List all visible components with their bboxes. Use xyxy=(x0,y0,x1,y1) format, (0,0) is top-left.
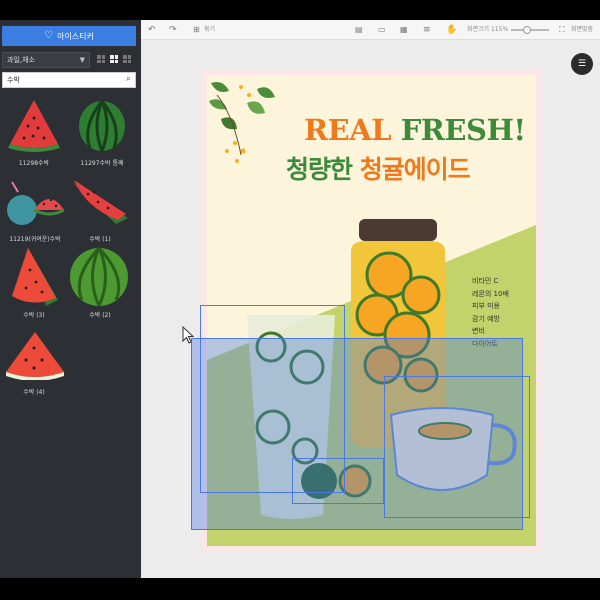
sticker-watermelon-slice-1[interactable] xyxy=(6,96,62,152)
sticker-watermelon-whole-2[interactable] xyxy=(68,246,130,308)
benefit-item: 변비 xyxy=(472,327,485,335)
sticker-label: 수박 (1) xyxy=(89,236,111,243)
sticker-label: 수박 (3) xyxy=(23,312,45,319)
title-word-fresh: FRESH! xyxy=(400,113,526,147)
title-word-real: REAL xyxy=(304,113,392,147)
editor-toolbar: ↶ ↷ ⊞ 묶기 ▤ ▭ ▦ ≡ ✋ 화면크기 115% ⛶ 화면맞춤 xyxy=(141,20,600,40)
title-word-cheongryang: 청량한 xyxy=(286,155,353,184)
benefit-item: 레몬의 10배 xyxy=(472,289,509,298)
sticker-label: 11219(귀여운)수박 xyxy=(9,236,61,243)
selection-outline-teacup[interactable] xyxy=(384,376,530,518)
mouse-cursor-icon xyxy=(182,326,194,344)
view-large-toggle[interactable] xyxy=(122,53,132,65)
selection-outline-lime[interactable] xyxy=(292,458,384,504)
benefit-item: 비타민 C xyxy=(472,277,499,285)
group-label[interactable]: 묶기 xyxy=(204,26,215,34)
view-toggles xyxy=(96,53,132,65)
chevron-down-icon: ▼ xyxy=(79,56,85,64)
sticker-watermelon-slice-3[interactable] xyxy=(8,246,60,308)
sticker-watermelon-cute[interactable] xyxy=(4,180,66,228)
search-icon[interactable]: ⌕ xyxy=(126,74,131,84)
hand-icon[interactable]: ✋ xyxy=(446,23,457,37)
align-icon[interactable]: ≡ xyxy=(423,23,431,37)
heart-icon: ♡ xyxy=(44,30,54,41)
fit-screen-icon[interactable]: ⛶ xyxy=(559,23,565,37)
list-icon[interactable]: ☰ xyxy=(571,53,593,75)
poster-title-english[interactable]: REAL FRESH! xyxy=(304,113,526,147)
benefit-item: 감기 예방 xyxy=(472,314,500,323)
zoom-label: 화면크기 115% xyxy=(467,26,509,33)
fit-screen-label[interactable]: 화면맞춤 xyxy=(571,26,593,34)
category-select[interactable]: 과일,채소 ▼ xyxy=(2,52,90,68)
view-grid-toggle[interactable] xyxy=(109,53,119,65)
sticker-tab-button[interactable]: ♡ 아이스티커 xyxy=(2,26,136,46)
redo-icon[interactable]: ↷ xyxy=(169,23,177,37)
sticker-label: 11297수박 통째 xyxy=(80,160,124,167)
sticker-tab-label: 아이스티커 xyxy=(57,31,94,41)
undo-icon[interactable]: ↶ xyxy=(148,23,156,37)
sticker-watermelon-whole-1[interactable] xyxy=(76,96,128,152)
layout-icon[interactable]: ▭ xyxy=(378,23,386,37)
sticker-label: 수박 (2) xyxy=(89,312,111,319)
sticker-watermelon-slice-2[interactable] xyxy=(66,178,132,228)
sticker-label: 11298수박 xyxy=(18,160,50,167)
benefit-item: 피부 미용 xyxy=(472,302,500,310)
title-word-cheonggyul: 청귤에이드 xyxy=(359,155,471,184)
top-black-bar xyxy=(0,0,600,20)
poster-title-korean[interactable]: 청량한 청귤에이드 xyxy=(286,150,471,186)
zoom-slider-handle[interactable] xyxy=(523,26,531,34)
page-icon[interactable]: ▤ xyxy=(355,23,363,37)
sticker-watermelon-slice-4[interactable] xyxy=(4,330,66,380)
sticker-label: 수박 (4) xyxy=(23,389,45,396)
search-value: 수박 xyxy=(7,76,20,84)
sticker-search-input[interactable]: 수박 ⌕ xyxy=(2,72,136,88)
category-value: 과일,채소 xyxy=(7,56,35,64)
bottom-black-bar xyxy=(0,578,600,600)
view-list-toggle[interactable] xyxy=(96,53,106,65)
leaf-decoration xyxy=(209,82,275,163)
group-icon[interactable]: ⊞ xyxy=(193,23,200,37)
grid-icon[interactable]: ▦ xyxy=(400,23,408,37)
